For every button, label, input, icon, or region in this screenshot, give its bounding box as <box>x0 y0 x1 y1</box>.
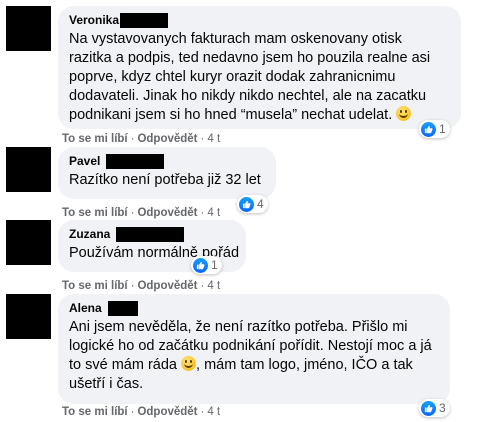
comment-bubble: Pavel Razítko není potřeba již 32 let <box>58 147 276 199</box>
reaction-count: 1 <box>211 258 218 272</box>
timestamp[interactable]: 4 t <box>207 133 220 145</box>
thumbs-up-icon <box>421 121 436 137</box>
comment-line: razitka a podpis, ted nedavno jsem ho po… <box>69 50 431 66</box>
avatar[interactable] <box>6 220 51 265</box>
comment-text: Razítko není potřeba již 32 let <box>69 171 265 190</box>
comment-author[interactable]: Veronika <box>69 13 119 27</box>
grinning-smile-emoji-icon <box>396 106 412 121</box>
comment-line: Ani jsem nevěděla, že není razítko potře… <box>69 319 408 335</box>
comment: Veronika Na vystavovanych fakturach mam … <box>6 6 476 156</box>
comment-actions: To se mi líbí · Odpovědět · 4 t <box>62 280 221 292</box>
comment: Pavel Razítko není potřeba již 32 let 4 … <box>6 147 476 219</box>
like-link[interactable]: To se mi líbí <box>62 133 128 145</box>
timestamp[interactable]: 4 t <box>207 406 220 418</box>
thumbs-up-icon <box>193 257 208 273</box>
comment-line: Razítko není potřeba již 32 let <box>69 172 261 188</box>
comment: Zuzana Používám normálně pořád 1 To se m… <box>6 220 476 292</box>
like-link[interactable]: To se mi líbí <box>62 207 128 219</box>
thumbs-up-icon <box>421 400 436 416</box>
reaction-count: 3 <box>439 401 446 415</box>
redacted-surname <box>107 300 138 316</box>
comment: Alena Ani jsem nevěděla, že není razítko… <box>6 294 476 422</box>
like-link[interactable]: To se mi líbí <box>62 406 128 418</box>
like-link[interactable]: To se mi líbí <box>62 280 128 292</box>
comment-bubble: Veronika Na vystavovanych fakturach mam … <box>58 6 461 129</box>
comment-line: ušetří i čas. <box>69 376 144 392</box>
avatar[interactable] <box>6 294 51 339</box>
comment-line: poprve, kdyz chtel kuryr orazit dodak za… <box>69 69 396 85</box>
reply-link[interactable]: Odpovědět <box>137 280 197 292</box>
timestamp[interactable]: 4 t <box>207 207 220 219</box>
reply-link[interactable]: Odpovědět <box>137 406 197 418</box>
avatar[interactable] <box>6 6 51 51</box>
redacted-surname <box>120 12 169 28</box>
reply-link[interactable]: Odpovědět <box>137 133 197 145</box>
comment-bubble: Alena Ani jsem nevěděla, že není razítko… <box>58 294 450 404</box>
reaction-count: 1 <box>439 122 446 136</box>
comment-line: Na vystavovanych fakturach mam oskenovan… <box>69 31 402 47</box>
comment-text: Na vystavovanych fakturach mam oskenovan… <box>69 30 450 125</box>
avatar[interactable] <box>6 147 51 192</box>
reaction-summary[interactable]: 4 <box>237 195 268 213</box>
reaction-summary[interactable]: 3 <box>419 399 450 417</box>
reply-link[interactable]: Odpovědět <box>137 207 197 219</box>
redacted-surname <box>106 153 165 169</box>
reaction-summary[interactable]: 1 <box>191 256 222 274</box>
comment-author[interactable]: Pavel <box>69 154 100 168</box>
redacted-surname <box>116 226 185 242</box>
comment-line: podnikani jsem si ho hned “musela” necha… <box>69 106 450 125</box>
reaction-summary[interactable]: 1 <box>419 120 450 138</box>
comment-actions: To se mi líbí · Odpovědět · 4 t <box>62 133 221 145</box>
comment-text: Ani jsem nevěděla, že není razítko potře… <box>69 318 439 394</box>
comment-line: dodavateli. Jinak ho nikdy nikdo nechtel… <box>69 88 427 104</box>
reaction-count: 4 <box>257 197 264 211</box>
comment-line: to své mám ráda , mám tam logo, jméno, I… <box>69 356 413 373</box>
comment-actions: To se mi líbí · Odpovědět · 4 t <box>62 207 221 219</box>
comment-actions: To se mi líbí · Odpovědět · 4 t <box>62 406 221 418</box>
thumbs-up-icon <box>239 196 254 212</box>
comment-line: logické ho od začátku podnikání pořídit.… <box>69 338 432 354</box>
smiling-face-emoji-icon <box>181 356 197 371</box>
comment-author[interactable]: Zuzana <box>69 227 110 241</box>
comment-author[interactable]: Alena <box>69 301 102 315</box>
timestamp[interactable]: 4 t <box>207 280 220 292</box>
